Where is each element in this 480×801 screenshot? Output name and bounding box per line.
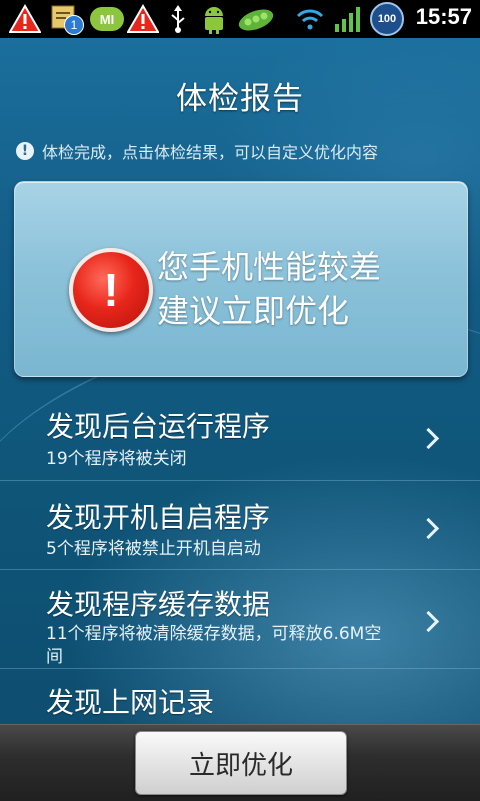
mi-label: MI bbox=[90, 7, 124, 31]
chevron-right-icon bbox=[417, 517, 440, 540]
mi-talk-icon: MI bbox=[88, 3, 126, 35]
chevron-right-icon bbox=[417, 610, 440, 633]
result-item-browsing-history[interactable]: 发现上网记录 bbox=[0, 669, 480, 729]
app-screen: 体检报告 ! 体检完成，点击体检结果，可以自定义优化内容 ! 您手机性能较差 建… bbox=[0, 38, 480, 801]
battery-level: 100 bbox=[370, 2, 404, 36]
info-icon: ! bbox=[16, 142, 34, 160]
signal-icon bbox=[332, 3, 366, 35]
summary-text: 您手机性能较差 建议立即优化 bbox=[157, 245, 381, 333]
result-subtitle: 19个程序将被关闭 bbox=[46, 449, 187, 469]
android-icon bbox=[198, 3, 230, 35]
notice-text: 体检完成，点击体检结果，可以自定义优化内容 bbox=[42, 143, 379, 162]
battery-icon: 100 bbox=[370, 2, 404, 36]
warning-icon bbox=[8, 3, 42, 35]
chevron-right-icon bbox=[417, 427, 440, 450]
bottom-bar: 立即优化 bbox=[0, 724, 480, 801]
notification-badge: 1 bbox=[64, 15, 84, 35]
result-title: 发现程序缓存数据 bbox=[46, 588, 271, 621]
notice-bar: ! 体检完成，点击体检结果，可以自定义优化内容 bbox=[16, 138, 378, 164]
summary-line-2: 建议立即优化 bbox=[157, 292, 350, 330]
result-item-background-apps[interactable]: 发现后台运行程序 19个程序将被关闭 bbox=[0, 390, 480, 481]
result-subtitle: 5个程序将被禁止开机自启动 bbox=[46, 539, 261, 559]
wifi-icon bbox=[294, 3, 326, 35]
pea-icon bbox=[236, 3, 276, 35]
warning-icon bbox=[126, 3, 160, 35]
clock: 15:57 bbox=[415, 4, 472, 29]
result-item-startup-apps[interactable]: 发现开机自启程序 5个程序将被禁止开机自启动 bbox=[0, 481, 480, 570]
alert-glyph: ! bbox=[103, 264, 119, 316]
result-title: 发现上网记录 bbox=[46, 686, 215, 719]
result-subtitle: 11个程序将被清除缓存数据，可释放6.6M空间 bbox=[46, 624, 382, 667]
summary-card[interactable]: ! 您手机性能较差 建议立即优化 bbox=[14, 181, 468, 377]
usb-icon bbox=[166, 3, 190, 35]
summary-line-1: 您手机性能较差 bbox=[157, 248, 382, 286]
result-item-cache-data[interactable]: 发现程序缓存数据 11个程序将被清除缓存数据，可释放6.6M空间 bbox=[0, 570, 480, 669]
notes-icon: 1 bbox=[48, 3, 84, 35]
status-bar: 1 MI 100 15:57 bbox=[0, 0, 480, 38]
result-title: 发现开机自启程序 bbox=[46, 501, 271, 534]
result-title: 发现后台运行程序 bbox=[46, 410, 271, 443]
page-title: 体检报告 bbox=[176, 81, 304, 117]
optimize-now-button[interactable]: 立即优化 bbox=[135, 731, 347, 795]
alert-icon: ! bbox=[69, 248, 153, 332]
